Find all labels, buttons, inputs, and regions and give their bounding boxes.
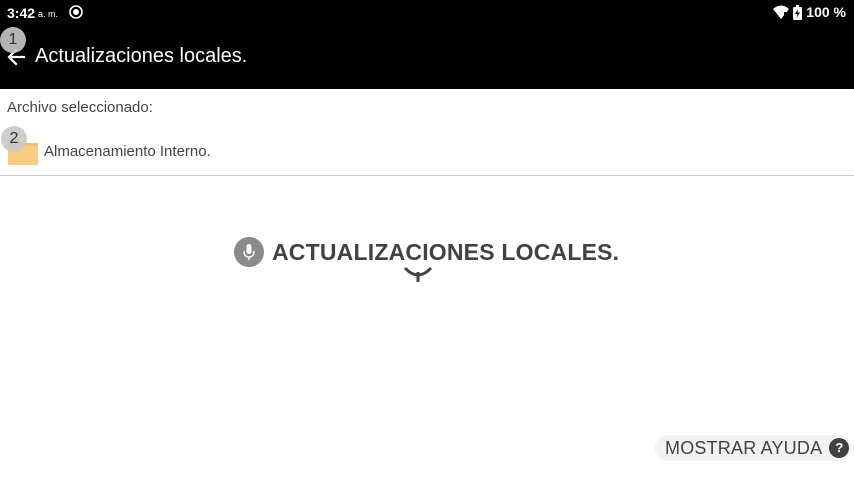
help-label: MOSTRAR AYUDA: [665, 437, 823, 458]
marker-badge-1: 1: [0, 27, 26, 53]
selected-file-label: Archivo seleccionado:: [7, 99, 153, 116]
battery-icon: [793, 4, 803, 20]
storage-location-item[interactable]: Almacenamiento Interno.: [0, 130, 854, 175]
center-title: ACTUALIZACIONES LOCALES.: [272, 238, 620, 265]
microphone-button[interactable]: [234, 237, 264, 267]
center-heading: ACTUALIZACIONES LOCALES.: [234, 236, 619, 268]
wifi-icon: [773, 5, 790, 19]
battery-percent: 100 %: [806, 4, 846, 20]
partial-icon: [403, 266, 433, 282]
marker-badge-2: 2: [1, 126, 27, 152]
status-ampm: a. m.: [38, 9, 59, 19]
page-title: Actualizaciones locales.: [35, 45, 248, 67]
storage-name: Almacenamiento Interno.: [44, 143, 211, 160]
divider: [0, 175, 854, 176]
microphone-icon: [243, 244, 255, 260]
show-help-button[interactable]: MOSTRAR AYUDA ?: [655, 435, 852, 461]
status-indicators: 100 %: [773, 4, 846, 20]
target-icon: [69, 5, 83, 19]
status-time: 3:42: [7, 5, 36, 21]
question-icon: ?: [829, 438, 850, 458]
app-bar: 3:42 a. m. 100 % Actualizaciones locales…: [0, 0, 854, 89]
